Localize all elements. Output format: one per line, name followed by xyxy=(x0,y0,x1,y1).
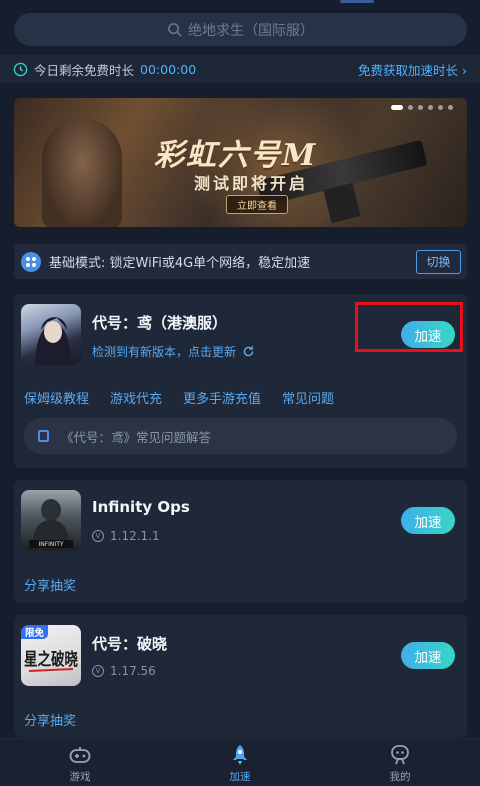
banner-dot[interactable] xyxy=(408,105,413,110)
document-icon xyxy=(38,430,49,442)
version-icon: V xyxy=(92,665,104,677)
nav-label: 加速 xyxy=(229,771,251,783)
banner-dot[interactable] xyxy=(438,105,443,110)
banner-dot[interactable] xyxy=(448,105,453,110)
share-lottery-link[interactable]: 分享抽奖 xyxy=(24,710,76,729)
version-icon: V xyxy=(92,530,104,542)
character-portrait-icon xyxy=(35,317,71,365)
rocket-icon xyxy=(233,745,247,765)
banner-subtitle: 测试即将开启 xyxy=(194,174,309,193)
infinity-logo-text: INFINITY xyxy=(38,541,63,548)
free-time-value: 00:00:00 xyxy=(140,61,197,77)
version-info: V 1.12.1.1 xyxy=(92,529,160,543)
faq-entry[interactable]: 《代号：鸢》常见问题解答 xyxy=(24,418,457,454)
clock-icon xyxy=(13,62,28,76)
banner-view-button[interactable]: 立即查看 xyxy=(226,195,288,214)
nav-label: 我的 xyxy=(389,771,411,783)
accelerate-button[interactable]: 加速 xyxy=(401,642,455,669)
link-tutorial[interactable]: 保姆级教程 xyxy=(24,388,89,407)
free-time-label: 今日剩余免费时长 xyxy=(34,62,135,78)
link-game-recharge[interactable]: 游戏代充 xyxy=(110,388,162,407)
poxiao-logo-text: 星之破晓 xyxy=(24,649,78,670)
free-time-bar: 今日剩余免费时长 00:00:00 免费获取加速时长 › xyxy=(0,55,480,83)
update-notice[interactable]: 检测到有新版本，点击更新 xyxy=(92,343,255,360)
version-text: 1.12.1.1 xyxy=(110,529,160,543)
mode-icon xyxy=(21,251,41,272)
refresh-icon xyxy=(243,346,254,357)
highlight-box xyxy=(355,302,463,352)
game-icon-yuan[interactable] xyxy=(21,304,81,365)
nav-label: 游戏 xyxy=(69,771,91,783)
search-placeholder: 绝地求生（国际服） xyxy=(188,22,314,39)
banner-character xyxy=(42,118,122,227)
search-icon xyxy=(168,23,182,37)
banner-dot[interactable] xyxy=(391,105,403,110)
share-lottery-link[interactable]: 分享抽奖 xyxy=(24,575,76,594)
nav-item-profile[interactable]: 我的 xyxy=(370,743,430,784)
top-tab-indicator xyxy=(340,0,374,3)
quick-links: 保姆级教程 游戏代充 更多手游充值 常见问题 xyxy=(24,388,334,407)
version-text: 1.17.56 xyxy=(110,664,156,678)
bottom-nav: 游戏 加速 我的 xyxy=(0,738,480,786)
accelerate-button[interactable]: 加速 xyxy=(401,507,455,534)
mode-text: 基础模式: 锁定WiFi或4G单个网络，稳定加速 xyxy=(49,256,311,271)
profile-icon xyxy=(391,745,409,765)
game-name: 代号：鸢（港澳服） xyxy=(92,314,228,332)
free-badge: 限免 xyxy=(21,625,49,639)
get-free-time-link[interactable]: 免费获取加速时长 › xyxy=(358,60,467,79)
game-name: Infinity Ops xyxy=(92,498,190,516)
promo-banner[interactable]: 彩虹六号M 测试即将开启 立即查看 xyxy=(14,98,467,227)
update-notice-text: 检测到有新版本，点击更新 xyxy=(92,345,237,359)
search-bar[interactable]: 绝地求生（国际服） xyxy=(14,13,467,46)
gamepad-icon xyxy=(69,747,91,763)
banner-dot[interactable] xyxy=(418,105,423,110)
game-card: 星之破晓 限免 代号：破晓 V 1.17.56 加速 分享抽奖 xyxy=(14,615,467,737)
game-icon-infinity-ops[interactable]: INFINITY xyxy=(21,490,81,551)
nav-item-games[interactable]: 游戏 xyxy=(50,743,110,784)
nav-item-accelerate[interactable]: 加速 xyxy=(210,743,270,784)
banner-title: 彩虹六号M xyxy=(154,138,318,173)
mode-switch-button[interactable]: 切换 xyxy=(416,249,461,274)
game-icon-poxiao[interactable]: 星之破晓 限免 xyxy=(21,625,81,686)
mode-bar: 基础模式: 锁定WiFi或4G单个网络，稳定加速 切换 xyxy=(14,244,467,279)
game-name: 代号：破晓 xyxy=(92,635,168,653)
banner-pagination xyxy=(391,105,453,110)
version-info: V 1.17.56 xyxy=(92,664,156,678)
faq-entry-text: 《代号：鸢》常见问题解答 xyxy=(61,429,212,445)
soldier-icon: INFINITY xyxy=(29,499,73,548)
link-faq[interactable]: 常见问题 xyxy=(282,388,334,407)
link-more-recharge[interactable]: 更多手游充值 xyxy=(183,388,261,407)
banner-dot[interactable] xyxy=(428,105,433,110)
game-card: INFINITY Infinity Ops V 1.12.1.1 加速 分享抽奖 xyxy=(14,480,467,603)
